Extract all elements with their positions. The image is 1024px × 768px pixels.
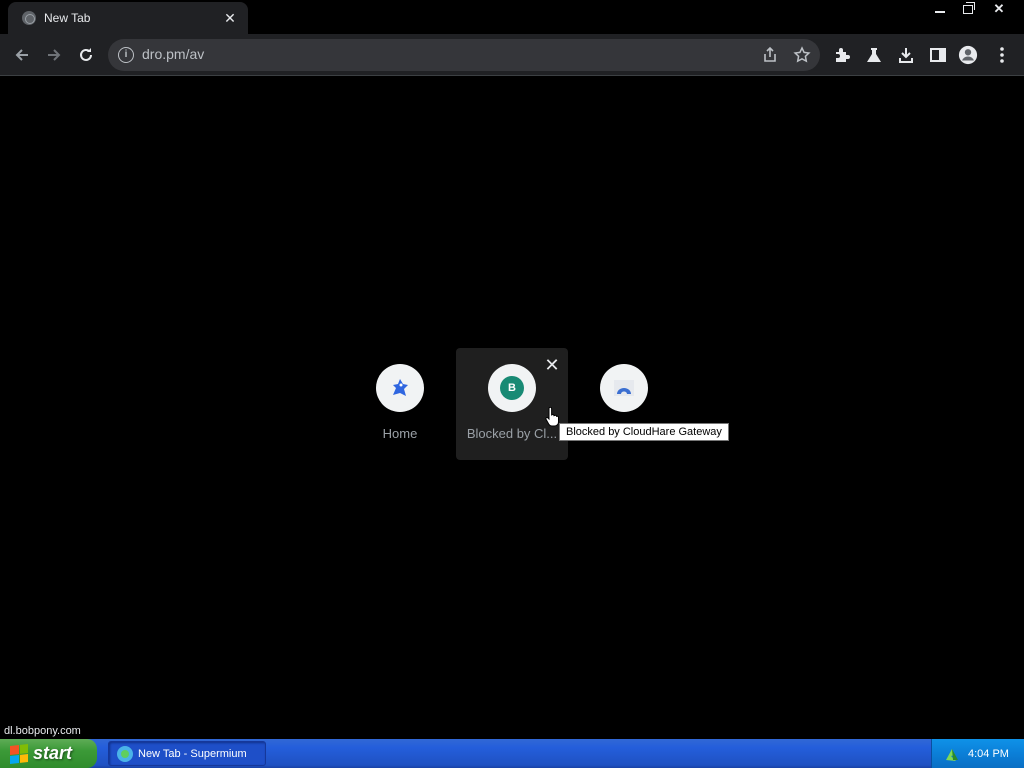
taskbar: start New Tab - Supermium 4:04 PM	[0, 739, 1024, 768]
start-label: start	[33, 743, 73, 763]
share-icon[interactable]	[760, 45, 780, 65]
remove-shortcut-close-icon[interactable]: ✕	[542, 356, 562, 376]
status-bubble: dl.bobpony.com	[0, 723, 85, 739]
profile-avatar-icon[interactable]	[958, 45, 978, 65]
shortcut-label: Home	[382, 426, 418, 441]
tab-strip: New Tab ✕ ✕	[0, 0, 1024, 34]
taskbar-item-label: New Tab - Supermium	[138, 747, 247, 760]
taskbar-item-supermium[interactable]: New Tab - Supermium	[108, 741, 266, 766]
mascot-icon	[376, 364, 424, 412]
minimize-button[interactable]	[926, 0, 954, 18]
shortcut-blocked[interactable]: B Blocked by Cl... ✕	[456, 348, 568, 460]
extensions-puzzle-icon[interactable]	[832, 45, 852, 65]
url-text[interactable]: dro.pm/av	[142, 46, 204, 62]
reload-button[interactable]	[73, 42, 99, 68]
windows-flag-icon	[10, 743, 28, 764]
shortcut-third[interactable]	[568, 348, 680, 460]
restore-button[interactable]	[954, 0, 982, 18]
arrow-right-icon	[48, 49, 61, 61]
address-bar[interactable]: i dro.pm/av	[108, 39, 820, 71]
bookmark-star-icon[interactable]	[792, 45, 812, 65]
close-window-button[interactable]: ✕	[984, 0, 1014, 18]
side-panel-icon[interactable]	[928, 45, 948, 65]
hand-cursor-icon	[545, 407, 559, 427]
arrow-left-icon	[15, 49, 28, 61]
supermium-icon	[117, 745, 133, 762]
shortcut-favicon: B	[488, 364, 536, 412]
tab-new-tab[interactable]: New Tab ✕	[8, 2, 248, 34]
system-tray: 4:04 PM	[931, 739, 1024, 768]
back-button[interactable]	[9, 42, 35, 68]
letter-b-icon: B	[500, 376, 524, 400]
download-icon[interactable]	[896, 45, 916, 65]
tab-title: New Tab	[44, 11, 91, 25]
browser-toolbar: i dro.pm/av	[0, 34, 1024, 76]
screen: New Tab ✕ ✕ i dro.pm/av Home B Blocked b…	[0, 0, 1024, 768]
forward-button[interactable]	[41, 42, 67, 68]
network-tray-icon[interactable]	[944, 746, 960, 762]
shortcut-tooltip: Blocked by CloudHare Gateway	[559, 423, 729, 441]
globe-icon	[22, 11, 36, 25]
shortcut-home[interactable]: Home	[344, 348, 456, 460]
labs-flask-icon[interactable]	[864, 45, 884, 65]
cloud-icon	[600, 364, 648, 412]
kebab-menu-icon[interactable]	[992, 45, 1012, 65]
new-tab-page: Home B Blocked by Cl... ✕ Blocked by Clo…	[0, 77, 1024, 739]
tab-close-icon[interactable]: ✕	[222, 10, 238, 27]
reload-icon	[80, 48, 92, 61]
start-button[interactable]: start	[0, 739, 97, 768]
clock: 4:04 PM	[968, 747, 1009, 760]
info-icon[interactable]: i	[118, 47, 134, 63]
shortcut-label: Blocked by Cl...	[466, 426, 558, 441]
